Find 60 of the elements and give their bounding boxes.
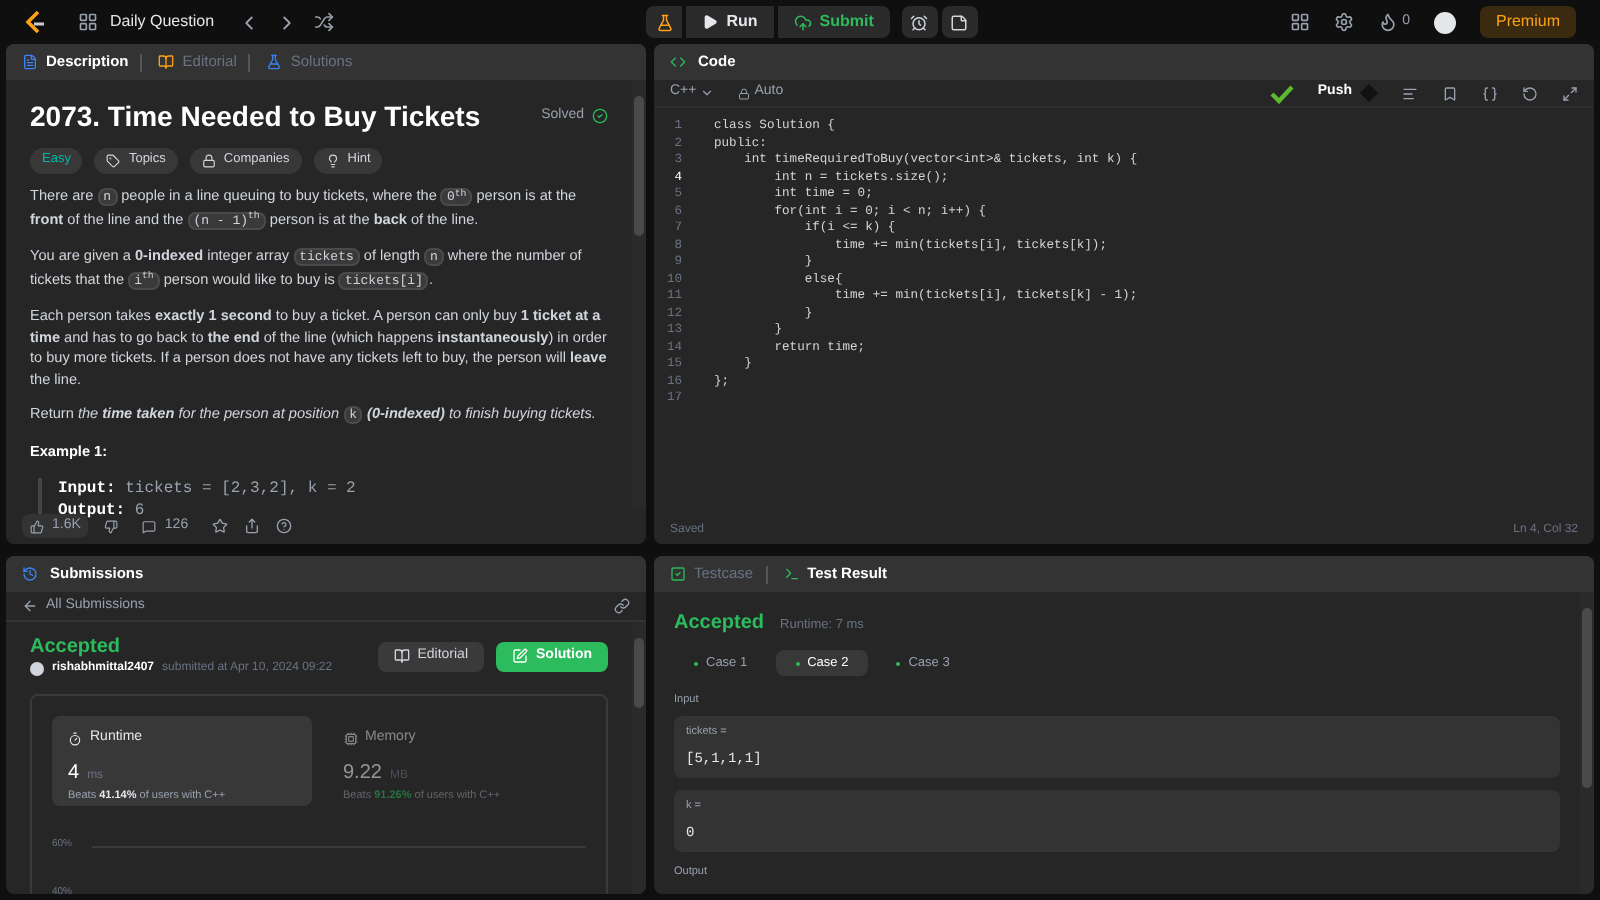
tab-icon [783, 566, 800, 582]
timer-button[interactable] [901, 6, 938, 38]
check-icon [592, 108, 608, 124]
help-icon[interactable] [276, 518, 293, 534]
tab-icon [158, 54, 175, 70]
lock-icon [201, 154, 216, 168]
reset-icon[interactable] [1522, 85, 1538, 101]
braces-icon[interactable] [1482, 85, 1498, 101]
settings-icon[interactable] [1334, 12, 1355, 32]
stat-value: 9.22 [343, 759, 382, 787]
accepted-status: Accepted [30, 634, 123, 660]
stat-icon [68, 731, 82, 746]
lock-icon [738, 87, 751, 99]
shuffle-icon[interactable] [314, 12, 335, 32]
alarm-clock-icon [910, 13, 929, 31]
code-icon [670, 54, 686, 70]
chevron-down-icon [700, 86, 715, 100]
example-line: Output: 6 [58, 500, 147, 520]
run-button[interactable]: Run [686, 6, 774, 38]
dislike-icon[interactable] [104, 519, 119, 533]
format-icon[interactable] [1402, 85, 1418, 101]
book-icon [393, 648, 410, 664]
check-mark-icon [1269, 83, 1294, 103]
accepted-status: Accepted [674, 610, 765, 638]
debug-button[interactable] [646, 6, 683, 38]
link-icon[interactable] [614, 598, 630, 614]
layout-icon[interactable] [1290, 12, 1311, 32]
history-icon [22, 566, 38, 582]
cloud-upload-icon [793, 13, 812, 31]
example-line: Input: tickets = [2,3,2], k = 2 [58, 478, 358, 500]
share-icon[interactable] [244, 518, 261, 534]
stat-icon [343, 731, 357, 746]
avatar [30, 662, 44, 676]
edit-icon [512, 648, 528, 664]
back-icon[interactable] [22, 598, 38, 614]
premium-button[interactable]: Premium [1479, 6, 1576, 38]
logo-icon[interactable] [24, 10, 46, 34]
flask-icon [655, 13, 674, 31]
stat-value: 4 [68, 759, 80, 787]
scrollbar[interactable] [632, 622, 646, 894]
tab-icon [670, 566, 686, 582]
submit-button[interactable]: Submit [777, 6, 890, 38]
avatar[interactable] [1433, 11, 1456, 33]
note-icon [950, 13, 969, 31]
tab-icon [22, 54, 38, 70]
scrollbar[interactable] [632, 80, 646, 508]
thumbs-up-icon [30, 519, 44, 533]
tab-icon [266, 54, 283, 70]
tag-icon [106, 154, 121, 168]
streak-icon[interactable] [1378, 12, 1399, 32]
star-icon[interactable] [212, 518, 229, 534]
notes-button[interactable] [941, 6, 978, 38]
comment-icon [142, 519, 157, 533]
problem-title: 2073. Time Needed to Buy Tickets [30, 98, 481, 136]
bulb-icon [325, 154, 340, 168]
daily-question-link[interactable]: Daily Question [110, 10, 215, 34]
expand-icon[interactable] [1562, 85, 1578, 101]
scrollbar[interactable] [1580, 592, 1594, 894]
play-icon [702, 14, 719, 30]
bookmark-icon[interactable] [1442, 85, 1458, 101]
